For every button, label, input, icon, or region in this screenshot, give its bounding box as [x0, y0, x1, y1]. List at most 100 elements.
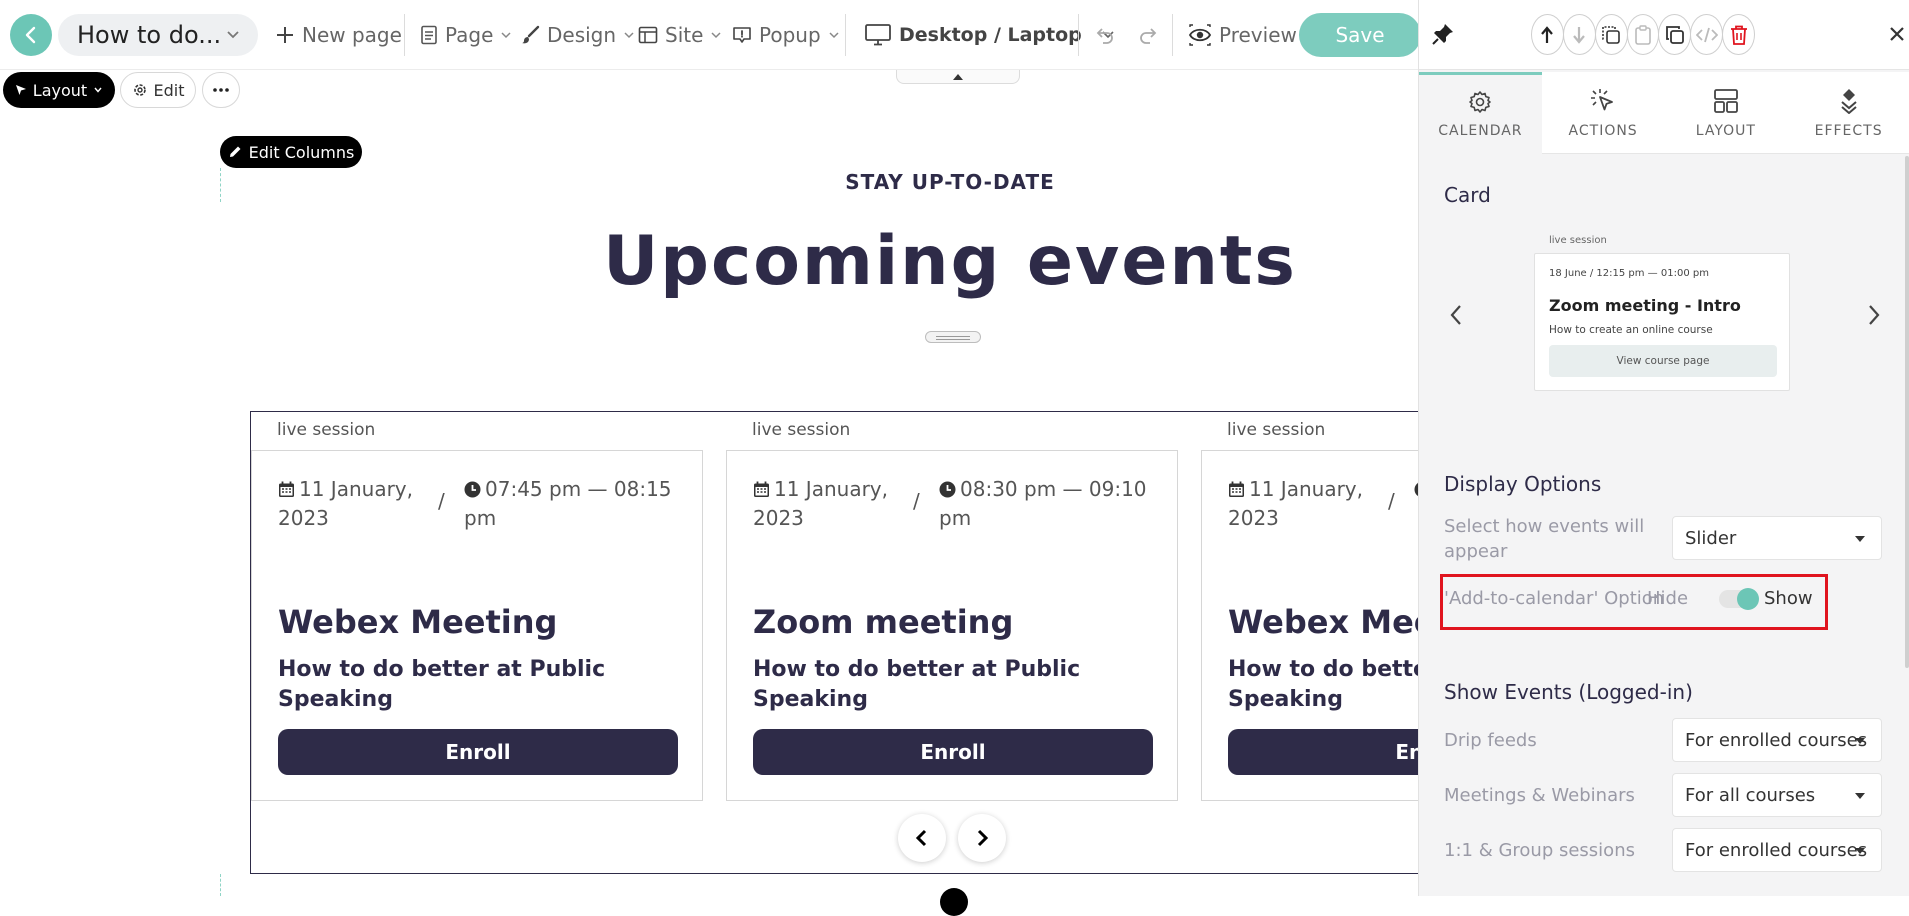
slider-prev-button[interactable] — [898, 814, 946, 862]
tab-effects-label: EFFECTS — [1814, 122, 1883, 139]
event-card: live session 11 January, 2023 / 08:30 pm… — [726, 412, 1186, 802]
column-guide — [220, 168, 221, 202]
card-style-prev[interactable] — [1449, 304, 1463, 326]
pin-icon — [1432, 24, 1453, 45]
event-card-body: 11 January, 2023 / 08:30 pm — 09:10 pm Z… — [726, 450, 1178, 801]
add-section-handle[interactable] — [940, 888, 968, 916]
page-selector[interactable]: How to do... — [58, 14, 258, 56]
preview-button: View course page — [1549, 345, 1777, 377]
sessions-select[interactable]: For enrolled courses — [1672, 828, 1882, 872]
event-type: live session — [1227, 420, 1326, 440]
event-time: 08:30 pm — 09:10 pm — [939, 475, 1167, 533]
meetings-select[interactable]: For all courses — [1672, 773, 1882, 817]
sessions-value: For enrolled courses — [1685, 839, 1868, 861]
event-date: 11 January, 2023 — [753, 475, 903, 533]
move-down-button[interactable] — [1562, 14, 1596, 55]
undo-icon — [1096, 28, 1113, 44]
redo-icon — [1140, 28, 1157, 44]
tab-calendar[interactable]: CALENDAR — [1419, 72, 1542, 154]
slider-next-button[interactable] — [958, 814, 1006, 862]
events-heading: Show Events (Logged-in) — [1444, 680, 1693, 704]
element-actions — [1531, 14, 1756, 56]
tab-actions-label: ACTIONS — [1568, 122, 1638, 139]
panel-header — [1419, 0, 1909, 70]
event-card: live session 11 January, 2023 / 07:45 pm… — [251, 412, 711, 802]
popup-menu[interactable]: Popup — [732, 20, 840, 50]
more-icon — [213, 88, 229, 92]
divider-handle[interactable] — [925, 331, 981, 343]
sessions-label: 1:1 & Group sessions — [1444, 840, 1635, 861]
more-options-button[interactable] — [202, 72, 240, 108]
section-headline: Upcoming events — [603, 222, 1297, 301]
card-style-preview[interactable]: 18 June / 12:15 pm — 01:00 pm Zoom meeti… — [1534, 253, 1790, 391]
undo-button[interactable] — [1094, 20, 1116, 50]
preview-button[interactable]: Preview — [1188, 20, 1297, 50]
event-date-text: 11 January, 2023 — [1228, 477, 1363, 530]
new-page-button[interactable]: New page — [275, 20, 402, 50]
page-menu[interactable]: Page — [420, 20, 512, 50]
date-separator: / — [913, 489, 920, 513]
section-kicker: STAY UP-TO-DATE — [845, 170, 1055, 194]
move-up-button[interactable] — [1531, 14, 1564, 55]
edit-button[interactable]: Edit — [120, 72, 196, 108]
back-button[interactable] — [10, 14, 52, 56]
appear-select[interactable]: Slider — [1672, 516, 1882, 560]
enroll-button[interactable]: Enroll — [753, 729, 1153, 775]
popup-icon — [733, 27, 751, 43]
panel-scrollbar[interactable] — [1905, 156, 1909, 668]
meetings-value: For all courses — [1685, 784, 1816, 806]
caret-down-icon — [1855, 738, 1865, 744]
paste-button[interactable] — [1626, 14, 1660, 55]
tab-actions[interactable]: ACTIONS — [1542, 72, 1665, 154]
clock-icon — [939, 481, 956, 498]
caret-down-icon — [1855, 793, 1865, 799]
event-card-body: 11 January, 2023 / 07:45 pm — 08:15 pm W… — [251, 450, 703, 801]
chevron-down-icon — [94, 87, 102, 93]
add-to-calendar-toggle[interactable] — [1719, 588, 1759, 610]
save-button[interactable]: Save — [1299, 13, 1421, 57]
design-menu[interactable]: Design — [520, 20, 635, 50]
pin-button[interactable] — [1431, 22, 1455, 46]
event-time-text: 07:45 pm — 08:15 pm — [464, 477, 672, 530]
section-collapse-handle[interactable] — [896, 70, 1020, 84]
enroll-button[interactable]: Enroll — [1228, 729, 1420, 775]
gear-icon — [1469, 91, 1492, 113]
edit-columns-button[interactable]: Edit Columns — [220, 136, 362, 168]
enroll-button[interactable]: Enroll — [278, 729, 678, 775]
close-panel-button[interactable] — [1885, 20, 1909, 48]
display-options-heading: Display Options — [1444, 472, 1602, 496]
arrow-up-icon — [1541, 25, 1554, 43]
preview-date-text: 18 June / — [1549, 268, 1597, 279]
event-course: How to do better at Public Speaking — [278, 657, 606, 712]
panel-tabs: CALENDAR ACTIONS LAYOUT EFFECTS — [1419, 72, 1909, 154]
card-style-next[interactable] — [1867, 304, 1881, 326]
tab-effects[interactable]: EFFECTS — [1787, 72, 1909, 154]
event-time: 07:45 pm — 08:15 pm — [464, 475, 692, 533]
appear-label: Select how events will appear — [1444, 516, 1645, 562]
site-menu[interactable]: Site — [638, 20, 722, 50]
caret-down-icon — [1855, 536, 1865, 542]
copy-button[interactable] — [1594, 14, 1628, 55]
event-type: live session — [277, 420, 376, 440]
drip-select[interactable]: For enrolled courses — [1672, 718, 1882, 762]
gear-icon — [133, 84, 146, 96]
page-name: How to do... — [77, 21, 222, 49]
code-button[interactable] — [1690, 14, 1724, 55]
redo-button[interactable] — [1137, 20, 1159, 50]
event-time-text: 08:30 pm — 09:10 pm — [939, 477, 1147, 530]
delete-button[interactable] — [1722, 14, 1756, 55]
events-slider: live session 11 January, 2023 / 07:45 pm… — [250, 411, 1420, 874]
event-card-body: 11 January, 2023 / Webex Meeting How to … — [1201, 450, 1420, 801]
event-course: How to do better at Public Speaking — [1228, 657, 1420, 712]
brush-icon — [522, 25, 540, 44]
appear-value: Slider — [1685, 527, 1737, 549]
tab-calendar-label: CALENDAR — [1438, 123, 1523, 139]
design-menu-label: Design — [547, 23, 617, 47]
chevron-left-icon — [1450, 305, 1461, 325]
tab-layout[interactable]: LAYOUT — [1665, 72, 1788, 154]
layout-button[interactable]: Layout — [3, 72, 115, 108]
toolbar-divider — [845, 14, 846, 56]
duplicate-button[interactable] — [1658, 14, 1692, 55]
toggle-knob — [1737, 588, 1759, 610]
toolbar-divider — [1172, 14, 1173, 56]
